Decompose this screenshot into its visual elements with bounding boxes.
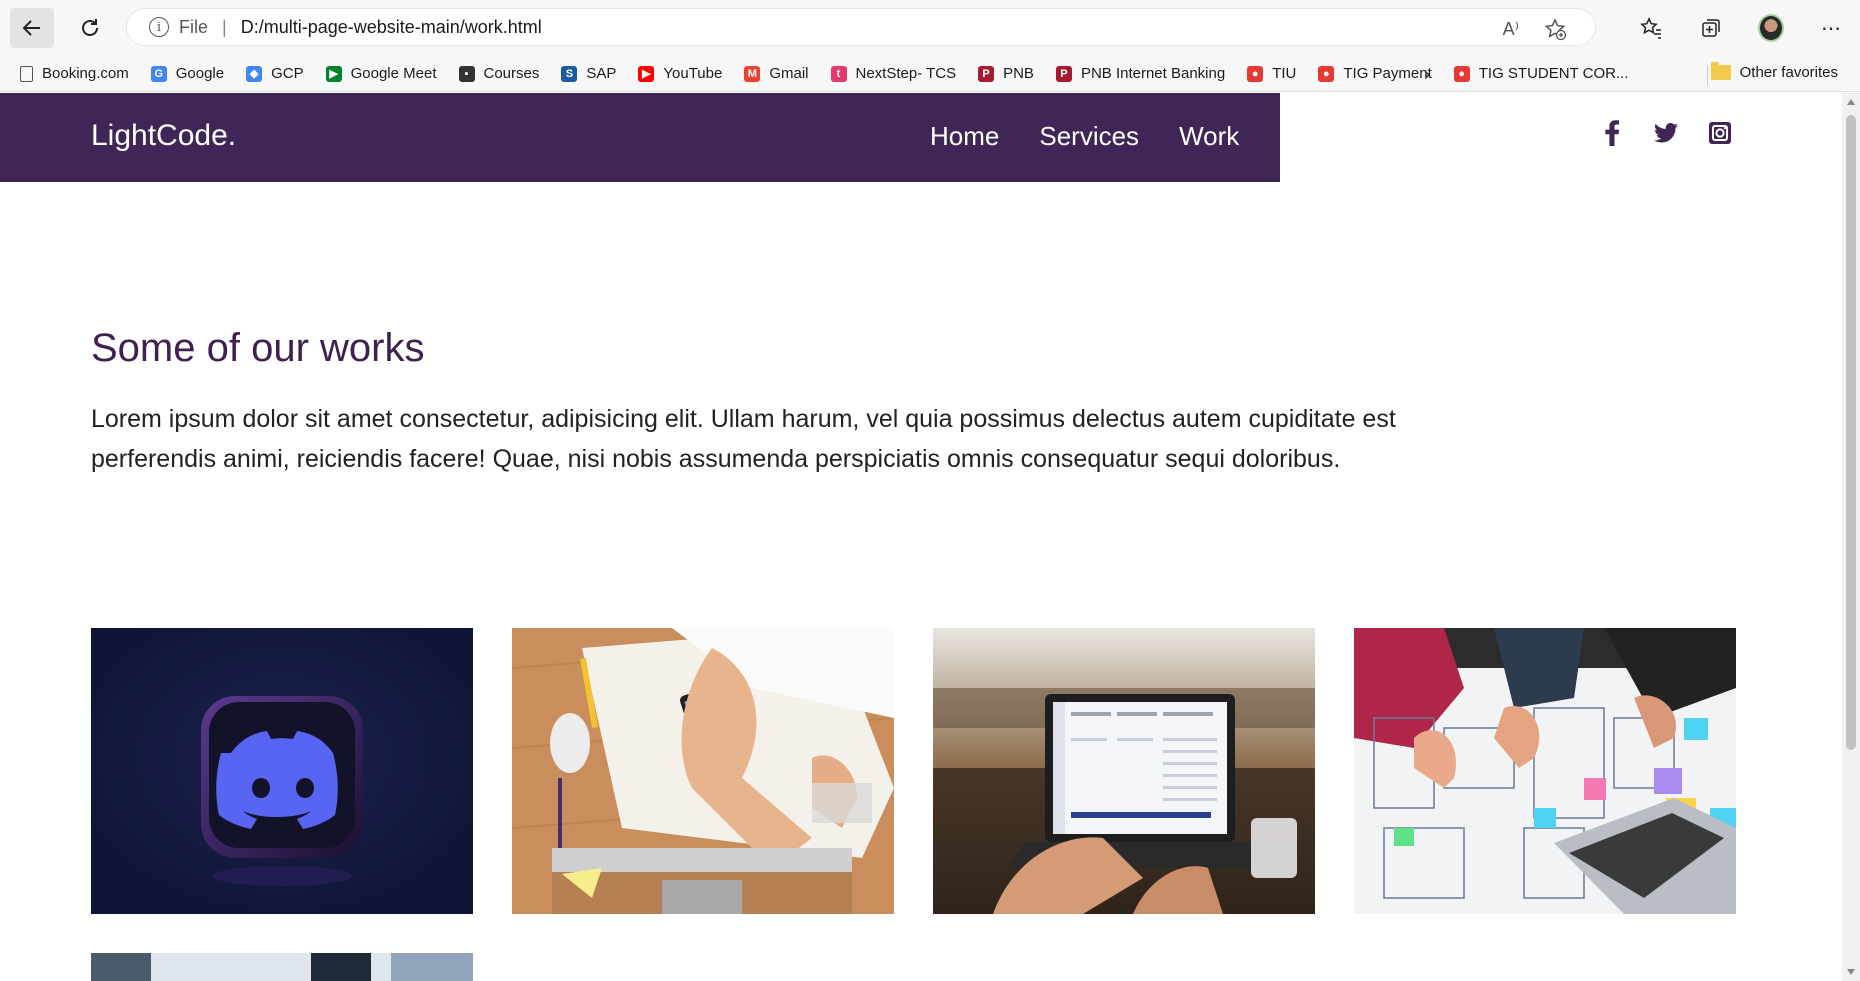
address-bar[interactable]: i File | D:/multi-page-website-main/work… [126, 8, 1596, 46]
gmail-icon: M [744, 65, 761, 82]
page-scrollbar[interactable] [1842, 93, 1860, 981]
arrow-left-icon [22, 20, 40, 36]
gcp-icon: ◆ [246, 65, 263, 82]
tiu-icon: ● [1247, 65, 1264, 82]
tiu-icon: ● [1318, 65, 1335, 82]
bookmark-item[interactable]: ◆ GCP [246, 65, 304, 82]
bookmark-label: Courses [483, 65, 540, 82]
info-icon[interactable]: i [149, 17, 169, 37]
bookmark-label: Booking.com [42, 65, 129, 82]
instagram-icon[interactable] [1708, 121, 1732, 145]
social-links [1600, 120, 1732, 146]
tiu-icon: ● [1453, 65, 1470, 82]
bookmark-item[interactable]: Booking.com [20, 65, 129, 82]
bookmark-item[interactable]: ▶ Google Meet [325, 65, 437, 82]
bookmark-label: Google [175, 65, 225, 82]
nav-home[interactable]: Home [930, 121, 999, 152]
address-url[interactable]: D:/multi-page-website-main/work.html [241, 17, 542, 38]
bookmark-item[interactable]: M Gmail [744, 65, 809, 82]
other-favorites[interactable]: Other favorites [1710, 62, 1838, 81]
bookmark-item[interactable]: ● TIU [1247, 65, 1296, 82]
works-title: Some of our works [91, 326, 425, 370]
site-nav: Home Services Work [930, 121, 1239, 152]
meet-icon: ▶ [325, 65, 342, 82]
pnb-icon: P [1055, 65, 1072, 82]
site-logo[interactable]: LightCode. [91, 119, 236, 153]
facebook-icon[interactable] [1600, 120, 1624, 146]
other-favorites-label: Other favorites [1739, 64, 1838, 81]
bookmark-label: YouTube [663, 65, 723, 82]
site-header: LightCode. Home Services Work [0, 93, 1280, 182]
scroll-up-icon[interactable] [1847, 99, 1855, 105]
scrollbar-thumb[interactable] [1846, 115, 1856, 750]
read-aloud-icon[interactable]: A⁾ [1503, 19, 1519, 40]
bookmark-item[interactable]: ● TIG Payment [1318, 65, 1432, 82]
add-favorite-icon[interactable] [1543, 17, 1567, 41]
bookmark-label: SAP [586, 65, 617, 82]
bookmark-item[interactable]: P PNB Internet Banking [1055, 65, 1226, 82]
bookmark-item[interactable]: ● TIG STUDENT COR... [1453, 65, 1629, 82]
bookmark-item[interactable]: ▶ YouTube [638, 65, 722, 82]
scroll-down-icon[interactable] [1847, 969, 1855, 975]
profile-avatar[interactable] [1758, 14, 1784, 42]
bookmarks-divider [1707, 65, 1708, 85]
bookmark-label: Google Meet [350, 65, 437, 82]
bookmark-item[interactable]: ▪ Courses [458, 65, 540, 82]
bookmark-label: PNB Internet Banking [1080, 65, 1226, 82]
courses-icon: ▪ [458, 65, 475, 82]
browser-toolbar: i File | D:/multi-page-website-main/work… [0, 0, 1860, 56]
desk-sketch-image[interactable] [512, 628, 894, 914]
google-icon: G [150, 65, 167, 82]
bookmark-label: TIG Payment [1343, 65, 1432, 82]
laptop-dashboard-image[interactable] [933, 628, 1315, 914]
folder-icon [1710, 62, 1731, 80]
chevron-right-icon[interactable]: › [1424, 64, 1430, 85]
workspace-image[interactable] [91, 953, 473, 981]
bookmark-item[interactable]: t NextStep- TCS [830, 65, 957, 82]
bookmark-label: TIU [1272, 65, 1297, 82]
bookmark-label: TIG STUDENT COR... [1478, 65, 1629, 82]
bookmarks-bar: Booking.com G Google ◆ GCP ▶ Google Meet ▪ Cours… [0, 56, 1860, 92]
tcs-icon: t [830, 65, 847, 82]
bookmark-label: NextStep- TCS [855, 65, 957, 82]
discord-logo-image[interactable] [91, 628, 473, 914]
address-separator: | [222, 16, 227, 37]
back-button[interactable] [10, 8, 54, 48]
bookmark-label: Gmail [769, 65, 809, 82]
bookmark-label: PNB [1003, 65, 1034, 82]
page-icon [20, 65, 33, 82]
works-description: Lorem ipsum dolor sit amet consectetur, … [91, 405, 1396, 473]
refresh-icon [82, 19, 98, 36]
address-scheme: File [179, 16, 209, 37]
bookmark-item[interactable]: P PNB [978, 65, 1034, 82]
twitter-icon[interactable] [1654, 121, 1678, 145]
nav-services[interactable]: Services [1039, 121, 1139, 152]
reload-button[interactable] [68, 8, 112, 48]
bookmark-item[interactable]: S SAP [561, 65, 616, 82]
collections-icon[interactable] [1698, 15, 1724, 41]
favorites-icon[interactable] [1638, 15, 1664, 41]
youtube-icon: ▶ [638, 65, 655, 82]
more-options-icon[interactable]: ⋯ [1818, 15, 1844, 41]
pnb-icon: P [978, 65, 995, 82]
nav-work[interactable]: Work [1179, 121, 1239, 152]
page-viewport: LightCode. Home Services Work Some of ou… [0, 93, 1860, 981]
wireframe-planning-image[interactable] [1354, 628, 1736, 914]
sap-icon: S [561, 65, 578, 82]
bookmark-label: GCP [271, 65, 304, 82]
bookmark-item[interactable]: G Google [150, 65, 225, 82]
